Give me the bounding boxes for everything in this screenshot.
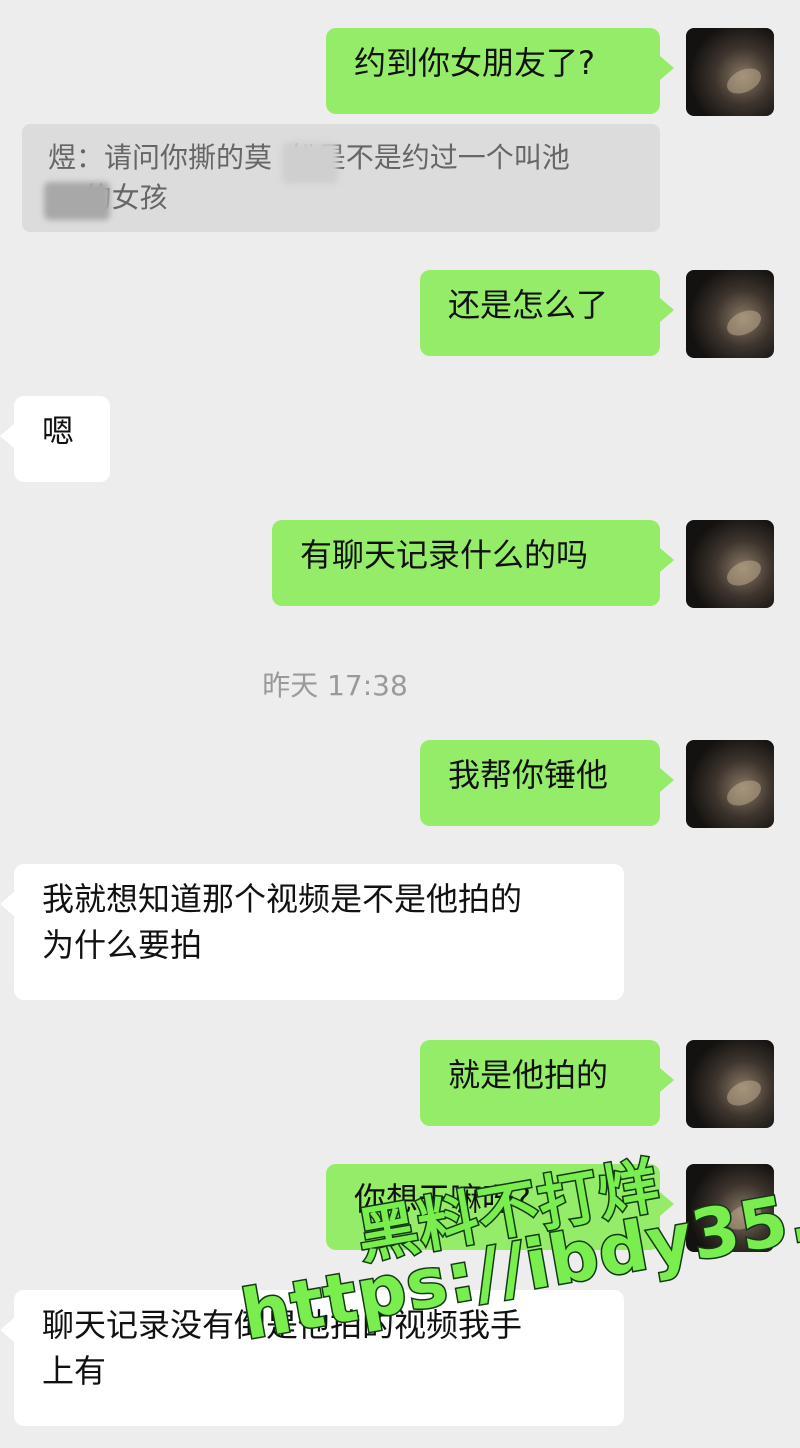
message-bubble-outgoing[interactable]: 约到你女朋友了? — [326, 28, 674, 114]
user-avatar[interactable] — [686, 740, 774, 828]
message-bubble-outgoing[interactable]: 就是他拍的 — [420, 1040, 674, 1126]
redaction-blur — [44, 182, 110, 220]
user-avatar[interactable] — [686, 28, 774, 116]
message-bubble-incoming[interactable]: 嗯 — [0, 396, 110, 482]
message-timestamp: 昨天 17:38 — [262, 669, 408, 702]
redaction-blur — [282, 142, 338, 184]
quoted-message[interactable]: 煜：请问你撕的莫 松是不是约过一个叫池 的女孩 — [22, 124, 660, 232]
message-bubble-outgoing[interactable]: 我帮你锤他 — [420, 740, 674, 826]
message-bubble-incoming[interactable]: 我就想知道那个视频是不是他拍的 为什么要拍 — [0, 864, 624, 1000]
message-bubble-outgoing[interactable]: 还是怎么了 — [420, 270, 674, 356]
user-avatar[interactable] — [686, 270, 774, 358]
user-avatar[interactable] — [686, 520, 774, 608]
user-avatar[interactable] — [686, 1040, 774, 1128]
message-bubble-outgoing[interactable]: 有聊天记录什么的吗 — [272, 520, 674, 606]
